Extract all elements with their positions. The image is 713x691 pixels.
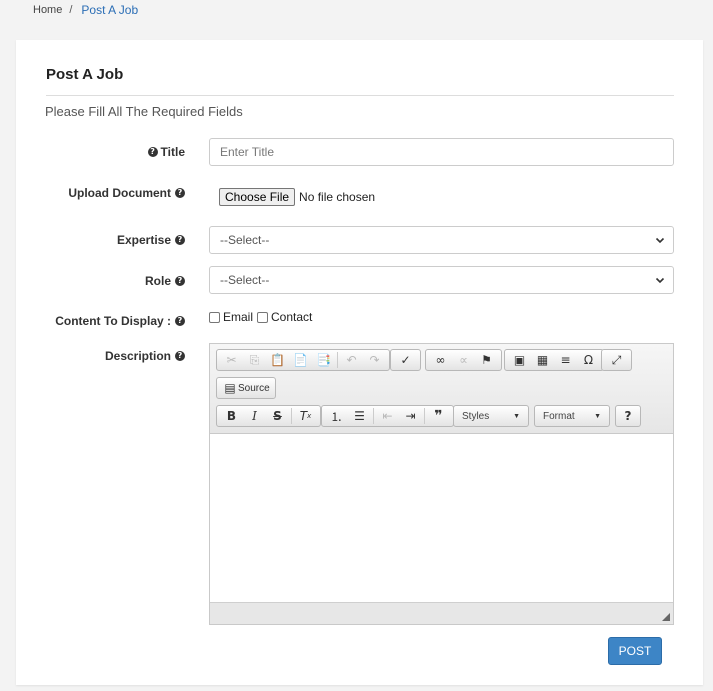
- question-circle-icon[interactable]: ?: [147, 147, 158, 157]
- contact-label: Contact: [271, 310, 313, 324]
- toolbar-separator: [373, 408, 374, 424]
- source-button[interactable]: ▤ Source: [216, 377, 276, 399]
- email-checkbox-option[interactable]: Email: [209, 310, 253, 324]
- insert-group: ▣ ▦ ≡ Ω: [504, 349, 604, 371]
- styles-label: Styles: [462, 410, 490, 422]
- role-label: Role ?: [145, 274, 185, 288]
- breadcrumb-home[interactable]: Home: [33, 4, 62, 16]
- link-icon[interactable]: ∞: [429, 351, 452, 369]
- upload-label-text: Upload Document: [68, 186, 171, 200]
- format-dropdown[interactable]: Format ▼: [534, 405, 610, 427]
- list-group: ⒈ ☰ ⇤ ⇥ ❞: [321, 405, 454, 427]
- choose-file-button[interactable]: Choose File: [219, 188, 296, 206]
- email-label: Email: [223, 310, 254, 324]
- expertise-select[interactable]: --Select--: [209, 226, 674, 254]
- italic-icon[interactable]: I: [243, 407, 266, 425]
- expertise-label-text: Expertise: [116, 233, 171, 247]
- paste-word-icon[interactable]: 📑: [312, 351, 335, 369]
- title-input[interactable]: Enter Title: [209, 138, 674, 166]
- expertise-value: --Select--: [220, 233, 270, 247]
- contact-checkbox[interactable]: [257, 311, 269, 323]
- strikethrough-icon[interactable]: S: [266, 407, 289, 425]
- special-char-omega-icon[interactable]: Ω: [577, 351, 600, 369]
- editor-content-area[interactable]: [210, 434, 673, 602]
- indent-icon[interactable]: ⇥: [399, 407, 422, 425]
- question-circle-icon[interactable]: ?: [175, 351, 185, 361]
- card-title: Post A Job: [46, 66, 124, 83]
- rich-text-editor: ✂ ⎘ 📋 📄 📑 ↶ ↷ ✓ ∞ ∝ ⚑ ▣ ▦ ≡ Ω ⤢ ▤ Source…: [209, 343, 674, 625]
- file-upload: Choose File No file chosen: [219, 188, 375, 206]
- post-job-card: Post A Job Please Fill All The Required …: [16, 40, 703, 685]
- copy-icon[interactable]: ⎘: [243, 351, 266, 369]
- spellcheck-group: ✓: [390, 349, 421, 371]
- image-icon[interactable]: ▣: [508, 351, 531, 369]
- content-display-label-text: Content To Display :: [55, 314, 171, 328]
- link-group: ∞ ∝ ⚑: [425, 349, 502, 371]
- numbered-list-icon[interactable]: ⒈: [325, 407, 348, 425]
- basic-style-group: B I S Tx: [216, 405, 321, 427]
- description-label: Description ?: [105, 349, 185, 363]
- role-value: --Select--: [220, 273, 270, 287]
- breadcrumb-separator: /: [69, 4, 73, 16]
- bold-icon[interactable]: B: [220, 407, 243, 425]
- undo-icon[interactable]: ↶: [340, 351, 363, 369]
- post-button[interactable]: POST: [608, 637, 662, 665]
- horizontal-line-icon[interactable]: ≡: [554, 351, 577, 369]
- paste-text-icon[interactable]: 📄: [289, 351, 312, 369]
- question-circle-icon[interactable]: ?: [175, 276, 185, 286]
- title-label-text: Title: [160, 145, 185, 159]
- content-display-label: Content To Display : ?: [55, 314, 185, 328]
- editor-toolbar: ✂ ⎘ 📋 📄 📑 ↶ ↷ ✓ ∞ ∝ ⚑ ▣ ▦ ≡ Ω ⤢ ▤ Source…: [210, 344, 673, 434]
- editor-status-bar: [210, 602, 673, 624]
- description-label-text: Description: [104, 349, 171, 363]
- paste-icon[interactable]: 📋: [266, 351, 289, 369]
- styles-dropdown[interactable]: Styles ▼: [453, 405, 529, 427]
- resize-handle-icon[interactable]: [662, 613, 670, 621]
- email-checkbox[interactable]: [209, 311, 220, 323]
- file-status: No file chosen: [299, 190, 376, 204]
- maximize-group: ⤢: [601, 349, 632, 371]
- contact-checkbox-option[interactable]: Contact: [257, 310, 312, 324]
- question-circle-icon[interactable]: ?: [175, 188, 185, 198]
- help-icon[interactable]: ?: [618, 407, 638, 425]
- toolbar-separator: [291, 408, 292, 424]
- cut-icon[interactable]: ✂: [220, 351, 243, 369]
- spellcheck-icon[interactable]: ✓: [394, 351, 417, 369]
- clipboard-group: ✂ ⎘ 📋 📄 📑 ↶ ↷: [216, 349, 390, 371]
- redo-icon[interactable]: ↷: [363, 351, 386, 369]
- table-icon[interactable]: ▦: [531, 351, 554, 369]
- bulleted-list-icon[interactable]: ☰: [348, 407, 371, 425]
- blockquote-icon[interactable]: ❞: [427, 407, 450, 425]
- question-circle-icon[interactable]: ?: [175, 235, 185, 245]
- dropdown-arrow-icon: ▼: [513, 412, 520, 420]
- source-label: Source: [238, 382, 270, 394]
- title-label: ? Title: [147, 145, 185, 159]
- breadcrumb-current: Post A Job: [81, 3, 139, 17]
- format-label: Format: [543, 410, 575, 422]
- toolbar-separator: [424, 408, 425, 424]
- question-circle-icon[interactable]: ?: [175, 316, 185, 326]
- anchor-flag-icon[interactable]: ⚑: [475, 351, 498, 369]
- breadcrumb: Home / Post A Job: [33, 3, 138, 17]
- upload-label: Upload Document ?: [68, 186, 185, 200]
- maximize-icon[interactable]: ⤢: [605, 351, 628, 369]
- help-group: ?: [615, 405, 641, 427]
- chevron-down-icon: [655, 237, 665, 244]
- dropdown-arrow-icon: ▼: [594, 412, 601, 420]
- expertise-label: Expertise ?: [117, 233, 185, 247]
- title-placeholder: Enter Title: [220, 145, 275, 159]
- content-display-options: Email Contact: [209, 310, 316, 324]
- unlink-icon[interactable]: ∝: [452, 351, 475, 369]
- card-subtitle: Please Fill All The Required Fields: [45, 104, 243, 119]
- card-divider: [46, 95, 674, 96]
- remove-format-icon[interactable]: Tx: [294, 407, 317, 425]
- outdent-icon[interactable]: ⇤: [376, 407, 399, 425]
- role-label-text: Role: [144, 274, 171, 288]
- source-icon: ▤: [224, 381, 236, 395]
- toolbar-separator: [337, 352, 338, 368]
- chevron-down-icon: [655, 277, 665, 284]
- role-select[interactable]: --Select--: [209, 266, 674, 294]
